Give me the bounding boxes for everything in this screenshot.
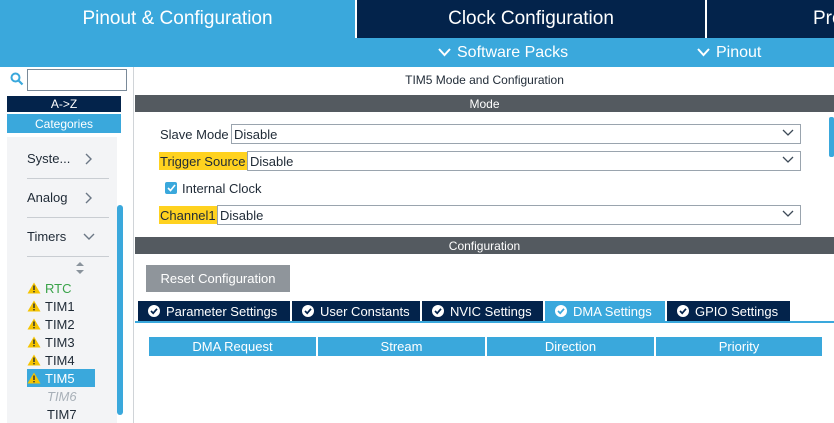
timer-label: TIM5 — [45, 370, 75, 386]
chevron-right-icon — [85, 192, 92, 203]
category-system-core[interactable]: Syste... — [27, 151, 92, 166]
category-timers[interactable]: Timers — [27, 229, 95, 244]
chevron-down-icon — [782, 156, 794, 163]
chevron-right-icon — [85, 153, 92, 164]
software-packs-menu[interactable]: Software Packs — [438, 38, 568, 67]
tab-gpio-settings[interactable]: GPIO Settings — [667, 301, 790, 321]
configuration-section-header[interactable]: Configuration — [135, 237, 834, 254]
internal-clock-label: Internal Clock — [182, 180, 262, 196]
tab-parameter-settings[interactable]: Parameter Settings — [138, 301, 290, 321]
internal-clock-checkbox[interactable] — [165, 182, 177, 194]
warning-icon — [27, 300, 41, 312]
sort-az-button[interactable]: A->Z — [7, 96, 121, 112]
software-packs-label: Software Packs — [457, 43, 569, 61]
tab-project-manager[interactable]: Pro — [707, 0, 834, 38]
warning-icon — [27, 336, 41, 348]
warning-icon — [27, 372, 41, 384]
sidebar-scrollbar[interactable] — [117, 205, 123, 415]
column-header-stream[interactable]: Stream — [318, 337, 485, 356]
check-circle-icon — [432, 305, 444, 317]
search-input[interactable] — [27, 69, 127, 91]
sidebar: A->Z Categories Syste... Analog Timers R… — [0, 67, 134, 423]
timer-label: TIM7 — [47, 406, 77, 422]
timer-item-rtc[interactable]: RTC — [27, 279, 95, 297]
timer-label: TIM2 — [45, 316, 75, 332]
chevron-down-icon — [83, 233, 95, 240]
mode-section-header[interactable]: Mode — [135, 95, 834, 112]
page-title: TIM5 Mode and Configuration — [405, 73, 564, 87]
slave-mode-select[interactable]: Disable — [231, 124, 801, 144]
tab-dma-settings[interactable]: DMA Settings — [545, 301, 665, 321]
tab-clock-configuration[interactable]: Clock Configuration — [357, 0, 705, 38]
slave-mode-value: Disable — [234, 126, 278, 142]
divider — [27, 178, 109, 179]
pinout-menu[interactable]: Pinout — [697, 38, 761, 67]
tab-label: Parameter Settings — [166, 303, 278, 319]
timer-label: TIM4 — [45, 352, 75, 368]
check-circle-icon — [555, 305, 567, 317]
tab-nvic-settings[interactable]: NVIC Settings — [422, 301, 543, 321]
timer-item-tim1[interactable]: TIM1 — [27, 297, 95, 315]
divider — [27, 256, 109, 257]
chevron-down-icon — [438, 48, 451, 57]
tab-label: GPIO Settings — [695, 303, 779, 319]
tab-underline — [135, 321, 834, 323]
channel1-select[interactable]: Disable — [217, 205, 801, 225]
timer-item-tim7[interactable]: TIM7 — [27, 405, 95, 423]
chevron-down-icon — [697, 48, 710, 57]
category-analog[interactable]: Analog — [27, 190, 92, 205]
category-label: Analog — [27, 190, 68, 205]
tab-label: DMA Settings — [573, 303, 652, 319]
main-panel: TIM5 Mode and Configuration Mode Slave M… — [135, 67, 834, 423]
trigger-source-select[interactable]: Disable — [247, 151, 801, 171]
tab-user-constants[interactable]: User Constants — [292, 301, 420, 321]
timer-label: RTC — [45, 280, 72, 296]
column-header-dma-request[interactable]: DMA Request — [149, 337, 316, 356]
warning-icon — [27, 318, 41, 330]
timer-item-tim2[interactable]: TIM2 — [27, 315, 95, 333]
category-label: Syste... — [27, 151, 71, 166]
timer-item-tim4[interactable]: TIM4 — [27, 351, 95, 369]
warning-icon — [27, 282, 41, 294]
tab-pinout-configuration[interactable]: Pinout & Configuration — [0, 0, 355, 38]
trigger-source-label: Trigger Source — [159, 152, 247, 170]
warning-icon — [27, 354, 41, 366]
category-label: Timers — [27, 229, 67, 244]
tab-label: User Constants — [320, 303, 410, 319]
search-icon[interactable] — [10, 72, 24, 86]
sub-toolbar: Software Packs Pinout — [0, 38, 834, 67]
top-tab-bar: Pinout & Configuration Clock Configurati… — [0, 0, 834, 38]
timer-label: TIM6 — [47, 388, 77, 404]
chevron-down-icon — [782, 129, 794, 136]
checkmark-icon — [166, 184, 176, 192]
categories-button[interactable]: Categories — [7, 114, 121, 133]
reset-configuration-button[interactable]: Reset Configuration — [146, 265, 290, 292]
check-circle-icon — [677, 305, 689, 317]
channel1-label: Channel1 — [159, 206, 217, 224]
mode-scrollbar[interactable] — [829, 117, 834, 157]
timer-label: TIM1 — [45, 298, 75, 314]
trigger-source-value: Disable — [250, 153, 294, 169]
divider — [27, 217, 109, 218]
timer-item-tim3[interactable]: TIM3 — [27, 333, 95, 351]
column-header-direction[interactable]: Direction — [487, 337, 654, 356]
slave-mode-label: Slave Mode — [160, 126, 229, 142]
column-header-priority[interactable]: Priority — [656, 337, 822, 356]
channel1-value: Disable — [220, 207, 264, 223]
sort-icon[interactable] — [76, 262, 84, 274]
tab-label: NVIC Settings — [450, 303, 532, 319]
check-circle-icon — [302, 305, 314, 317]
timer-item-tim6[interactable]: TIM6 — [27, 387, 95, 405]
timer-label: TIM3 — [45, 334, 75, 350]
pinout-label: Pinout — [716, 43, 762, 61]
timer-item-tim5[interactable]: TIM5 — [27, 369, 95, 387]
check-circle-icon — [148, 305, 160, 317]
chevron-down-icon — [782, 210, 794, 217]
